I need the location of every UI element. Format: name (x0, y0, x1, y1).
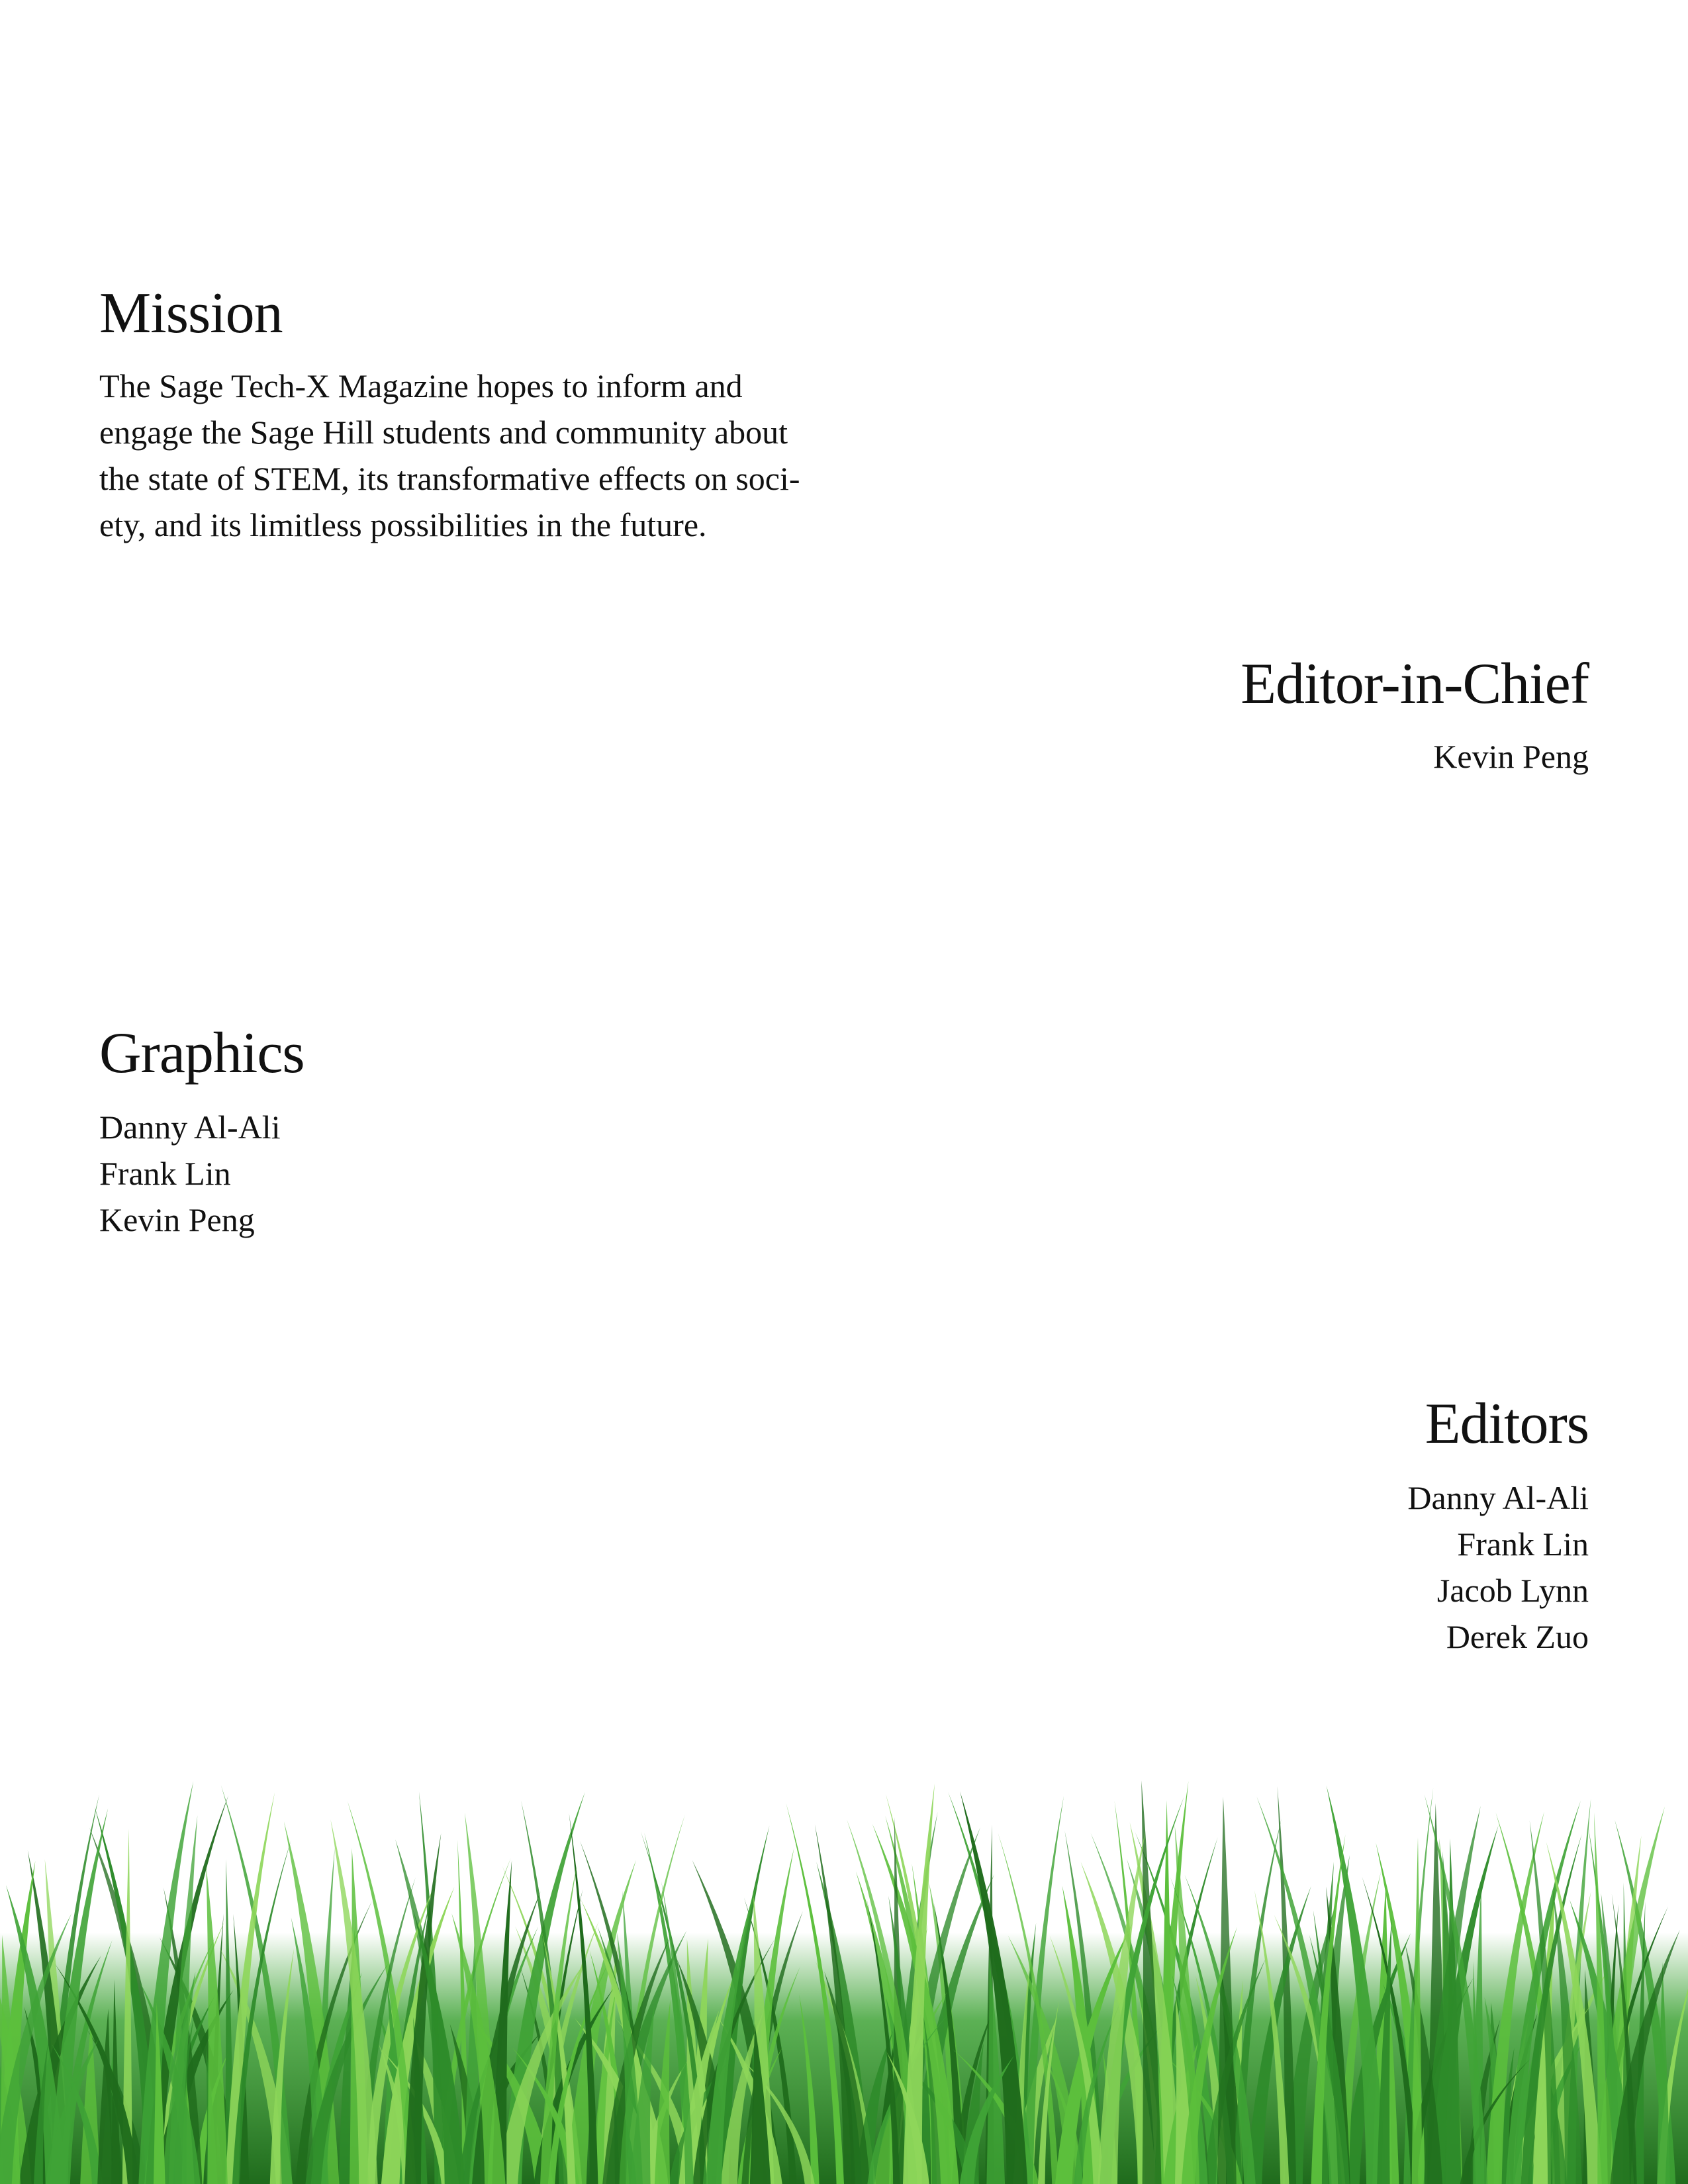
staff-name: Derek Zuo (1446, 1618, 1589, 1655)
mission-heading: Mission (99, 281, 283, 345)
grass-illustration (0, 1780, 1688, 2184)
editor-in-chief-name: Kevin Peng (1433, 738, 1589, 775)
editors-heading: Editors (1425, 1392, 1589, 1456)
staff-name: Kevin Peng (99, 1201, 255, 1238)
mission-line: engage the Sage Hill students and commun… (99, 414, 788, 451)
staff-name: Frank Lin (99, 1155, 231, 1192)
graphics-heading: Graphics (99, 1021, 305, 1085)
graphics-staff-list: Danny Al-Ali Frank Lin Kevin Peng (99, 1104, 281, 1243)
staff-name: Danny Al-Ali (1407, 1479, 1589, 1516)
mission-statement: The Sage Tech-X Magazine hopes to inform… (99, 363, 827, 548)
staff-name: Jacob Lynn (1436, 1572, 1589, 1609)
editors-staff-list: Danny Al-Ali Frank Lin Jacob Lynn Derek … (1407, 1475, 1589, 1660)
editor-in-chief-heading: Editor-in-Chief (1241, 652, 1589, 716)
mission-line: the state of STEM, its transformative ef… (99, 460, 800, 497)
staff-name: Danny Al-Ali (99, 1109, 281, 1146)
mission-line: The Sage Tech-X Magazine hopes to inform… (99, 367, 743, 404)
staff-name: Frank Lin (1457, 1525, 1589, 1563)
mission-line: ety, and its limitless possibilities in … (99, 506, 707, 543)
